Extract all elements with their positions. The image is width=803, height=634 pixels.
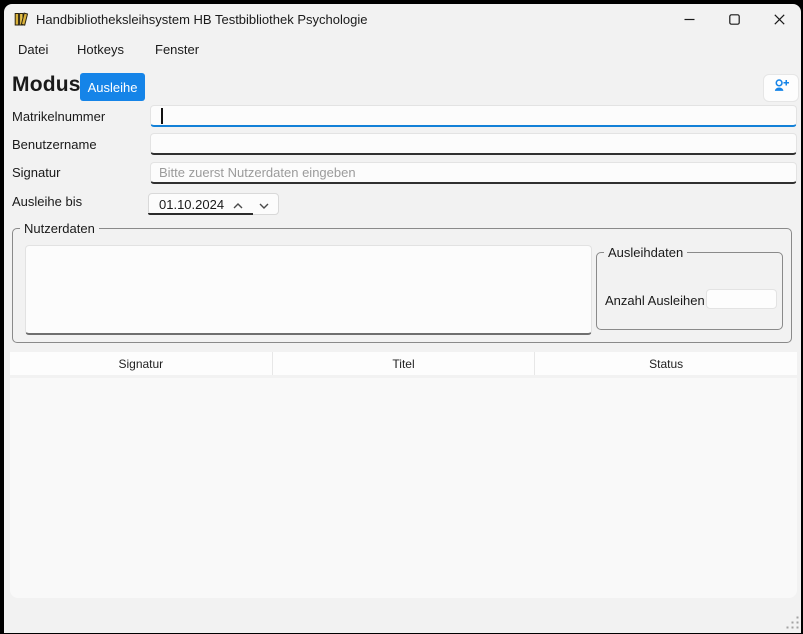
benutzername-label: Benutzername (12, 137, 97, 152)
signatur-input[interactable] (150, 162, 797, 184)
person-add-icon (772, 77, 791, 99)
date-value[interactable]: 01.10.2024 (159, 197, 224, 212)
column-header-signatur[interactable]: Signatur (10, 352, 273, 375)
column-header-status[interactable]: Status (535, 352, 797, 375)
matrikelnummer-input[interactable] (150, 105, 797, 127)
signatur-label: Signatur (12, 165, 60, 180)
chevron-up-icon (233, 196, 243, 214)
window-title: Handbibliotheksleihsystem HB Testbibliot… (36, 12, 367, 27)
app-window: Handbibliotheksleihsystem HB Testbibliot… (4, 4, 801, 633)
modus-heading: Modus (12, 73, 81, 97)
resize-grip-icon[interactable] (786, 616, 799, 629)
menu-item-fenster[interactable]: Fenster (155, 42, 199, 57)
minimize-button[interactable] (667, 4, 711, 34)
benutzername-input[interactable] (150, 133, 797, 155)
text-cursor (161, 108, 163, 124)
maximize-button[interactable] (712, 4, 756, 34)
matrikelnummer-label: Matrikelnummer (12, 109, 105, 124)
ausleihe-bis-label: Ausleihe bis (12, 194, 82, 209)
close-button[interactable] (757, 4, 801, 34)
anzahl-ausleihen-input[interactable] (706, 289, 777, 309)
date-increment-button[interactable] (231, 198, 245, 212)
add-user-button[interactable] (763, 74, 799, 102)
ausleihdaten-group-title: Ausleihdaten (604, 245, 687, 260)
menu-item-datei[interactable]: Datei (18, 42, 48, 57)
nutzerdaten-group-title: Nutzerdaten (20, 221, 99, 236)
column-header-titel[interactable]: Titel (273, 352, 536, 375)
library-books-icon (14, 11, 30, 27)
ausleihe-mode-button[interactable]: Ausleihe (80, 73, 145, 101)
title-bar: Handbibliotheksleihsystem HB Testbibliot… (4, 4, 801, 34)
table-header-row: Signatur Titel Status (10, 352, 797, 375)
menu-item-hotkeys[interactable]: Hotkeys (77, 42, 124, 57)
date-decrement-button[interactable] (257, 198, 271, 212)
table-body-empty (10, 378, 797, 598)
anzahl-ausleihen-label: Anzahl Ausleihen (605, 293, 705, 308)
nutzerdaten-textarea[interactable] (25, 245, 592, 335)
chevron-down-icon (259, 196, 269, 214)
ausleihe-bis-date-picker[interactable]: 01.10.2024 (148, 193, 279, 215)
